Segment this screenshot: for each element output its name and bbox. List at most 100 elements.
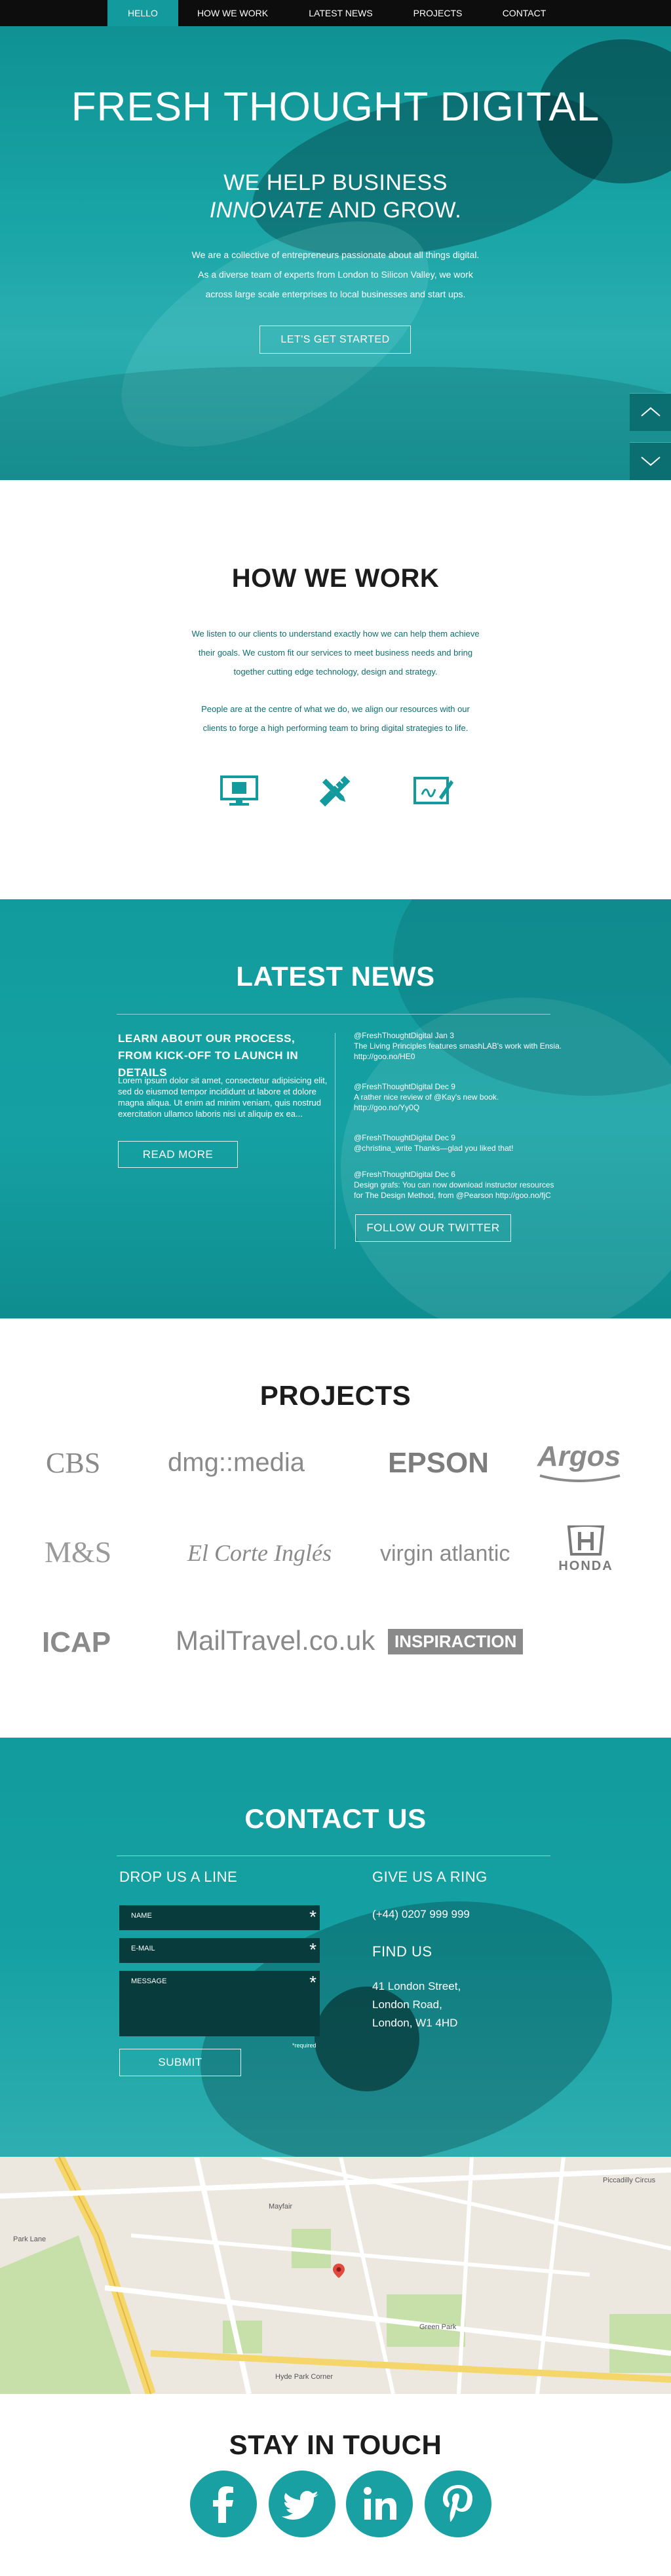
give-us-a-ring-heading: GIVE US A RING xyxy=(372,1869,488,1885)
pinterest-icon xyxy=(443,2485,472,2522)
hero-subtitle-line2: INNOVATE AND GROW. xyxy=(0,198,671,223)
hero-subtitle-emphasis: INNOVATE xyxy=(209,198,324,223)
email-field[interactable]: E-MAIL * xyxy=(119,1938,320,1963)
logo-inspiraction[interactable]: INSPIRACTION xyxy=(388,1629,524,1654)
logo-virgin-atlantic[interactable]: virgin atlantic xyxy=(380,1541,510,1567)
logo-mailtravel-text: MailTravel.co.uk xyxy=(176,1625,375,1656)
name-field-placeholder: NAME xyxy=(131,1912,152,1920)
logo-inspiraction-text: INSPIRACTION xyxy=(394,1632,517,1651)
hero-paragraph: We are a collective of entrepreneurs pas… xyxy=(191,250,480,299)
linkedin-icon xyxy=(364,2487,396,2520)
tweet-body: Design grafs: You can now download instr… xyxy=(354,1180,554,1200)
map-label: Hyde Park Corner xyxy=(275,2373,334,2381)
tweet-handle[interactable]: @FreshThoughtDigital Dec 9 xyxy=(354,1081,564,1092)
map-label: Mayfair xyxy=(269,2203,293,2211)
tweet-handle[interactable]: @FreshThoughtDigital Dec 9 xyxy=(354,1132,564,1143)
latest-news-title: LATEST NEWS xyxy=(236,961,435,992)
twitter-button[interactable] xyxy=(269,2471,336,2537)
nav-item-contact[interactable]: CONTACT xyxy=(491,0,557,26)
tweet-item: @FreshThoughtDigital Jan 3 The Living Pr… xyxy=(354,1030,564,1062)
email-field-placeholder: E-MAIL xyxy=(131,1945,155,1952)
drop-us-a-line-heading: DROP US A LINE xyxy=(119,1869,238,1885)
find-us-heading: FIND US xyxy=(372,1943,432,1960)
news-divider xyxy=(117,1014,550,1015)
how-we-work-paragraph-2: People are at the centre of what we do, … xyxy=(201,704,470,733)
message-field[interactable]: MESSAGE * xyxy=(119,1971,320,2036)
how-we-work-paragraph-1: We listen to our clients to understand e… xyxy=(191,629,480,677)
map-label: Park Lane xyxy=(13,2235,47,2243)
projects-title: PROJECTS xyxy=(259,1380,412,1411)
required-note: *required xyxy=(292,2042,316,2049)
chevron-down-icon xyxy=(641,457,661,466)
message-field-placeholder: MESSAGE xyxy=(131,1977,167,1985)
top-nav: HELLO HOW WE WORK LATEST NEWS PROJECTS C… xyxy=(0,0,671,26)
pencil-ruler-icon xyxy=(315,775,355,808)
honda-emblem-icon xyxy=(567,1524,605,1556)
address: 41 London Street, London Road, London, W… xyxy=(372,1977,461,2032)
scroll-up-button[interactable] xyxy=(630,393,671,431)
tweet-handle[interactable]: @FreshThoughtDigital Dec 6 xyxy=(354,1169,564,1180)
logo-argos-text: Argos xyxy=(537,1440,621,1472)
tweet-handle[interactable]: @FreshThoughtDigital Jan 3 xyxy=(354,1030,564,1041)
address-line: London Road, xyxy=(372,1998,442,2011)
follow-twitter-button[interactable]: FOLLOW OUR TWITTER xyxy=(355,1214,511,1242)
latest-news-section: LATEST NEWS LEARN ABOUT OUR PROCESS, FRO… xyxy=(0,899,671,1318)
facebook-icon xyxy=(213,2486,233,2523)
logo-el-corte-ingles[interactable]: El Corte Inglés xyxy=(187,1539,332,1567)
hero-section: FRESH THOUGHT DIGITAL WE HELP BUSINESS I… xyxy=(0,0,671,480)
twitter-icon xyxy=(282,2491,318,2520)
tweet-item: @FreshThoughtDigital Dec 9 @christina_wr… xyxy=(354,1132,564,1153)
nav-item-hello[interactable]: HELLO xyxy=(107,0,178,26)
logo-icap[interactable]: ICAP xyxy=(42,1626,111,1659)
logo-epson[interactable]: EPSON xyxy=(388,1447,489,1480)
contact-section: CONTACT US DROP US A LINE NAME * E-MAIL … xyxy=(0,1738,671,2157)
map-pin-icon[interactable] xyxy=(331,2263,347,2279)
logo-cbs-text: CBS xyxy=(46,1447,101,1479)
nav-item-projects[interactable]: PROJECTS xyxy=(405,0,470,26)
name-field[interactable]: NAME * xyxy=(119,1905,320,1930)
linkedin-button[interactable] xyxy=(346,2471,413,2537)
submit-button[interactable]: SUBMIT xyxy=(119,2049,241,2076)
logo-epson-text: EPSON xyxy=(388,1447,489,1479)
logo-marks-spencer[interactable]: M&S xyxy=(45,1535,111,1569)
logo-marks-spencer-text: M&S xyxy=(45,1535,112,1569)
logo-dmg-media[interactable]: dmg::media xyxy=(168,1448,305,1478)
required-star-icon: * xyxy=(309,1907,316,1927)
read-more-button[interactable]: READ MORE xyxy=(118,1141,238,1168)
projects-section: PROJECTS CBS dmg::media EPSON Argos M&S … xyxy=(0,1318,671,1738)
how-we-work-section: HOW WE WORK We listen to our clients to … xyxy=(0,480,671,899)
tweet-body: A rather nice review of @Kay's new book.… xyxy=(354,1092,499,1112)
chevron-up-icon xyxy=(641,407,661,417)
contact-title: CONTACT US xyxy=(244,1803,427,1834)
logo-dmg-media-text: dmg::media xyxy=(168,1448,305,1477)
facebook-button[interactable] xyxy=(190,2471,257,2537)
nav-item-how-we-work[interactable]: HOW WE WORK xyxy=(191,0,274,26)
hero-subtitle-rest: AND GROW. xyxy=(323,198,462,223)
logo-cbs[interactable]: CBS xyxy=(46,1446,100,1480)
tweet-body: @christina_write Thanks—glad you liked t… xyxy=(354,1144,514,1153)
map-label: Piccadilly Circus xyxy=(603,2176,656,2184)
sketch-board-icon xyxy=(413,775,453,808)
stay-in-touch-section: STAY IN TOUCH xyxy=(0,2394,671,2576)
nav-item-latest-news[interactable]: LATEST NEWS xyxy=(296,0,385,26)
hero-title: FRESH THOUGHT DIGITAL xyxy=(71,84,600,130)
map-label: Green Park xyxy=(419,2323,457,2331)
tweet-item: @FreshThoughtDigital Dec 9 A rather nice… xyxy=(354,1081,564,1113)
logo-virgin-atlantic-text: virgin atlantic xyxy=(380,1541,510,1566)
required-star-icon: * xyxy=(309,1939,316,1960)
get-started-button[interactable]: LET'S GET STARTED xyxy=(259,326,411,354)
logo-argos[interactable]: Argos xyxy=(537,1440,621,1482)
location-map[interactable]: Park Lane Green Park Piccadilly Circus M… xyxy=(0,2157,671,2394)
news-vertical-divider xyxy=(335,1033,336,1249)
news-article-excerpt: Lorem ipsum dolor sit amet, consectetur … xyxy=(118,1075,328,1119)
monitor-icon xyxy=(219,775,259,808)
news-article-heading: LEARN ABOUT OUR PROCESS, FROM KICK-OFF T… xyxy=(118,1032,299,1079)
address-line: 41 London Street, xyxy=(372,1980,461,1992)
logo-honda[interactable]: HONDA xyxy=(553,1524,619,1574)
scroll-down-button[interactable] xyxy=(630,442,671,480)
argos-swoosh-icon xyxy=(539,1474,621,1482)
pinterest-button[interactable] xyxy=(425,2471,491,2537)
phone-number[interactable]: (+44) 0207 999 999 xyxy=(372,1905,470,1924)
logo-mailtravel[interactable]: MailTravel.co.uk xyxy=(176,1625,375,1656)
tweet-item: @FreshThoughtDigital Dec 6 Design grafs:… xyxy=(354,1169,564,1201)
